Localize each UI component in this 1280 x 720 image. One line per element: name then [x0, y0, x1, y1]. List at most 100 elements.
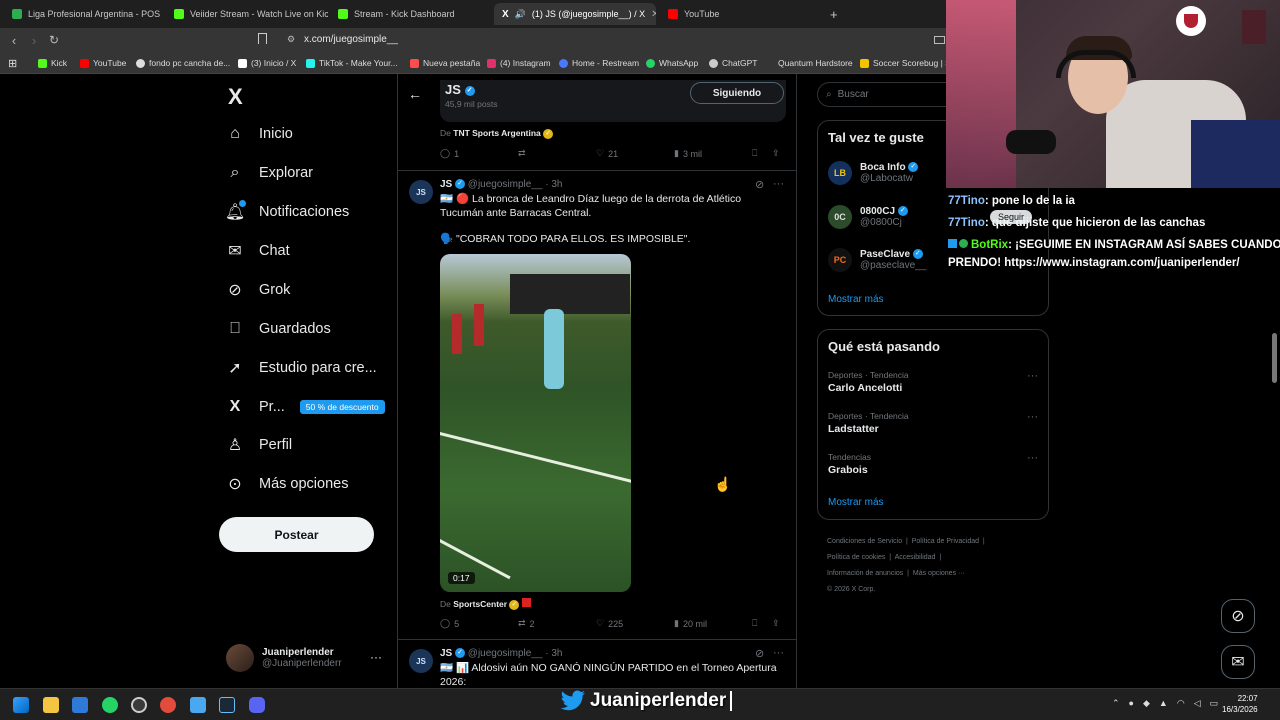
- nav-explore[interactable]: ⌕ Explorar: [226, 164, 313, 182]
- discord-icon[interactable]: [249, 697, 265, 713]
- more-icon[interactable]: ···: [1027, 370, 1038, 382]
- like-button[interactable]: ♡ 21: [596, 148, 674, 159]
- account-switcher[interactable]: Juaniperlender @Juaniperlenderr: [226, 644, 342, 672]
- bookmark-item[interactable]: (3) Inicio / X: [238, 58, 296, 68]
- author-name[interactable]: JS: [440, 179, 452, 190]
- tab-veiider[interactable]: Veiider Stream - Watch Live on Kick: [166, 3, 328, 25]
- nav-home[interactable]: ⌂ Inicio: [226, 125, 293, 143]
- avatar[interactable]: JS: [409, 649, 433, 673]
- clock[interactable]: 22:07 16/3/2026: [1222, 693, 1258, 715]
- bookmark-item[interactable]: Kick: [38, 58, 67, 68]
- cast-icon[interactable]: [934, 36, 945, 44]
- bookmark-item[interactable]: Soccer Scorebug | S...: [860, 58, 958, 68]
- tab-youtube[interactable]: YouTube: [660, 3, 810, 25]
- back-icon[interactable]: ‹: [4, 33, 24, 48]
- retweet-button[interactable]: ⇄ 2: [518, 618, 596, 629]
- bookmark-item[interactable]: ChatGPT: [709, 58, 757, 68]
- bookmark-item[interactable]: Home - Restream: [559, 58, 639, 68]
- close-tab-icon[interactable]: ✕: [651, 9, 656, 20]
- more-icon[interactable]: ···: [370, 650, 382, 664]
- store-icon[interactable]: [72, 697, 88, 713]
- tray-app-icon[interactable]: ▲: [1159, 698, 1168, 709]
- grok-icon[interactable]: ⊘: [755, 178, 764, 191]
- speaker-icon[interactable]: ◁: [1194, 698, 1201, 709]
- file-explorer-icon[interactable]: [43, 697, 59, 713]
- forward-icon[interactable]: ›: [24, 33, 44, 48]
- footer-link[interactable]: Accesibilidad: [895, 554, 936, 561]
- show-more-link[interactable]: Mostrar más: [828, 497, 884, 508]
- bookmark-item[interactable]: Quantum Hardstore: [778, 58, 853, 68]
- nav-chat[interactable]: ✉ Chat: [226, 242, 289, 260]
- footer-link[interactable]: Información de anuncios: [827, 570, 903, 577]
- chevron-up-icon[interactable]: ⌃: [1112, 698, 1120, 709]
- more-icon[interactable]: ···: [773, 178, 784, 190]
- bookmark-item[interactable]: Nueva pestaña: [410, 58, 480, 68]
- tweet-time[interactable]: · 3h: [545, 179, 562, 190]
- url-field[interactable]: x.com/juegosimple__: [304, 34, 398, 45]
- author-handle[interactable]: @juegosimple__: [468, 179, 543, 190]
- windows-start-icon[interactable]: [13, 697, 29, 713]
- views-button[interactable]: ▮ 3 mil: [674, 148, 752, 159]
- tweet-time[interactable]: · 3h: [545, 648, 562, 659]
- nav-notifications[interactable]: 🔔︎ Notificaciones: [225, 200, 349, 221]
- x-logo-icon[interactable]: X: [228, 84, 243, 110]
- bookmark-item[interactable]: (4) Instagram: [487, 58, 551, 68]
- share-icon[interactable]: ⇪: [772, 618, 780, 629]
- messages-fab[interactable]: ✉: [1221, 645, 1255, 679]
- tweet-video[interactable]: 0:17: [440, 254, 631, 592]
- author-handle[interactable]: @juegosimple__: [468, 648, 543, 659]
- bookmark-page-icon[interactable]: [258, 33, 267, 44]
- show-more-link[interactable]: Mostrar más: [828, 294, 884, 305]
- source-name[interactable]: TNT Sports Argentina: [453, 128, 541, 138]
- grok-fab[interactable]: ⊘: [1221, 599, 1255, 633]
- bookmark-icon[interactable]: ⎕: [752, 618, 772, 629]
- wifi-icon[interactable]: ◠: [1177, 698, 1185, 709]
- following-button[interactable]: Siguiendo: [690, 82, 784, 104]
- trend-item[interactable]: Tendencias Grabois: [828, 452, 871, 476]
- new-tab-button[interactable]: +: [822, 3, 844, 25]
- notepad-icon[interactable]: [190, 697, 206, 713]
- retweet-button[interactable]: ⇄: [518, 148, 596, 159]
- grok-icon[interactable]: ⊘: [755, 647, 764, 660]
- post-button[interactable]: Postear: [219, 517, 374, 552]
- like-button[interactable]: ♡ 225: [596, 618, 674, 629]
- chrome-icon[interactable]: [160, 697, 176, 713]
- whatsapp-icon[interactable]: [102, 697, 118, 713]
- nav-profile[interactable]: ♙ Perfil: [226, 436, 292, 454]
- nav-grok[interactable]: ⊘ Grok: [226, 281, 290, 299]
- author-name[interactable]: JS: [440, 648, 452, 659]
- footer-link[interactable]: Política de Privacidad: [912, 538, 979, 545]
- reload-icon[interactable]: ↻: [44, 33, 64, 47]
- nav-more[interactable]: ⊙ Más opciones: [226, 475, 348, 493]
- suggestion-item[interactable]: 0C 0800CJ ✓ @0800Cj: [828, 205, 908, 229]
- more-icon[interactable]: ···: [1027, 411, 1038, 423]
- share-icon[interactable]: ⇪: [772, 148, 780, 159]
- bookmark-item[interactable]: WhatsApp: [646, 58, 698, 68]
- suggestion-item[interactable]: LB Boca Info ✓ @Labocatw: [828, 161, 919, 185]
- footer-link[interactable]: Política de cookies: [827, 554, 885, 561]
- bookmark-icon[interactable]: ⎕: [752, 148, 772, 159]
- more-icon[interactable]: ···: [773, 647, 784, 659]
- tray-app-icon[interactable]: ●: [1129, 698, 1134, 709]
- apps-grid-icon[interactable]: ⊞: [8, 57, 17, 70]
- tab-x-profile[interactable]: X 🔊 (1) JS (@juegosimple__) / X ✕: [494, 3, 656, 25]
- tray-app-icon[interactable]: ◆: [1143, 698, 1150, 709]
- reply-button[interactable]: ◯ 1: [440, 148, 518, 159]
- tab-liga[interactable]: Liga Profesional Argentina - POSICIO: [4, 3, 160, 25]
- more-icon[interactable]: ···: [1027, 452, 1038, 464]
- footer-link[interactable]: Condiciones de Servicio: [827, 538, 902, 545]
- bookmark-item[interactable]: fondo pc cancha de...: [136, 58, 230, 68]
- steam-icon[interactable]: [219, 697, 235, 713]
- views-button[interactable]: ▮ 20 mil: [674, 618, 752, 629]
- obs-icon[interactable]: [131, 697, 147, 713]
- trend-item[interactable]: Deportes · Tendencia Carlo Ancelotti: [828, 370, 909, 394]
- battery-icon[interactable]: ▭: [1210, 698, 1219, 709]
- reply-button[interactable]: ◯ 5: [440, 618, 518, 629]
- speaker-icon[interactable]: 🔊: [515, 9, 526, 20]
- site-info-icon[interactable]: ⚙: [287, 34, 295, 45]
- scrollbar[interactable]: [1272, 333, 1277, 383]
- source-name[interactable]: SportsCenter: [453, 599, 507, 609]
- avatar[interactable]: JS: [409, 180, 433, 204]
- suggestion-item[interactable]: PC PaseClave ✓ @paseclave__: [828, 248, 926, 272]
- nav-bookmarks[interactable]: ⎕ Guardados: [226, 320, 331, 338]
